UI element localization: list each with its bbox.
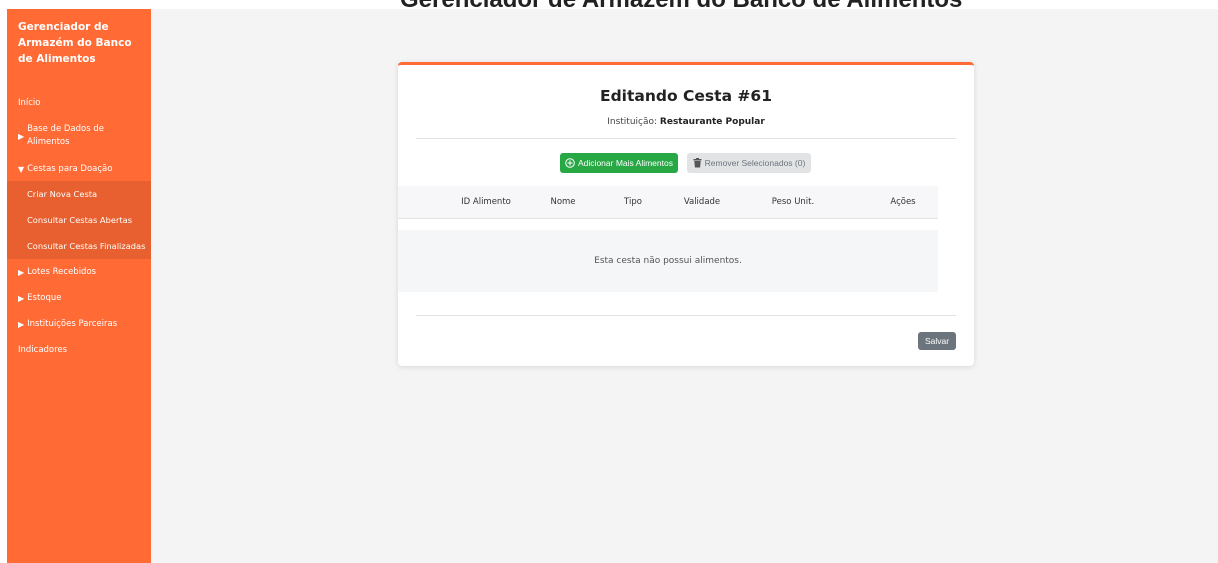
- chevron-down-icon: ▼: [18, 164, 25, 174]
- sidebar-subitem-label: Criar Nova Cesta: [27, 189, 98, 199]
- column-header[interactable]: Peso Unit.: [772, 186, 814, 219]
- page-title: Editando Cesta #61: [600, 87, 772, 105]
- remove-selected-label: Remover Selecionados (0): [704, 158, 806, 168]
- institution-info: Instituição: Restaurante Popular: [398, 117, 974, 127]
- sidebar-item-indicadores[interactable]: Indicadores: [7, 337, 151, 363]
- column-header[interactable]: Ações: [890, 186, 915, 219]
- sidebar-subitem-label: Consultar Cestas Abertas: [27, 215, 133, 225]
- sidebar-item-estoque[interactable]: ▶ Estoque: [7, 285, 151, 311]
- plus-circle-icon: [565, 158, 575, 168]
- divider: [416, 315, 956, 316]
- divider: [416, 138, 956, 139]
- chevron-right-icon: ▶: [18, 293, 25, 303]
- sidebar-item-label: Lotes Recebidos: [27, 266, 97, 277]
- column-header[interactable]: Nome: [550, 186, 575, 219]
- institution-label: Instituição:: [607, 117, 658, 127]
- chevron-right-icon: ▶: [18, 319, 25, 329]
- trash-icon: [693, 158, 702, 168]
- table-header: ID Alimento Nome Tipo Validade Peso Unit…: [398, 186, 938, 219]
- column-header[interactable]: Tipo: [624, 186, 642, 219]
- sidebar-item-label: Início: [18, 97, 41, 108]
- sidebar-subitem-criar-cesta[interactable]: Criar Nova Cesta: [7, 181, 151, 207]
- sidebar-item-label: Cestas para Doação: [27, 163, 113, 174]
- column-header[interactable]: ID Alimento: [461, 186, 511, 219]
- sidebar-item-base-dados[interactable]: ▶ Base de Dados de Alimentos: [7, 115, 151, 157]
- sidebar-subitem-cestas-abertas[interactable]: Consultar Cestas Abertas: [7, 207, 151, 233]
- page-header-clipped: Gerenciador de Armazém do Banco de Alime…: [0, 0, 1218, 9]
- empty-message-text: Esta cesta não possui alimentos.: [594, 256, 742, 266]
- main-content: Editando Cesta #61 Instituição: Restaura…: [151, 9, 1218, 563]
- chevron-right-icon: ▶: [18, 267, 25, 277]
- sidebar-item-label: Base de Dados de Alimentos: [27, 124, 104, 147]
- sidebar-item-label: Estoque: [27, 292, 62, 303]
- sidebar-item-instituicoes[interactable]: ▶ Instituições Parceiras: [7, 311, 151, 337]
- save-button[interactable]: Salvar: [918, 332, 956, 350]
- save-label: Salvar: [924, 336, 950, 346]
- sidebar-item-label: Indicadores: [18, 344, 68, 355]
- sidebar: Gerenciador de Armazém do Banco de Alime…: [7, 9, 151, 563]
- sidebar-item-lotes[interactable]: ▶ Lotes Recebidos: [7, 259, 151, 285]
- column-header[interactable]: Validade: [684, 186, 720, 219]
- sidebar-item-label: Instituições Parceiras: [27, 318, 118, 329]
- institution-name: Restaurante Popular: [659, 117, 765, 127]
- sidebar-subitem-cestas-finalizadas[interactable]: Consultar Cestas Finalizadas: [7, 233, 151, 259]
- sidebar-item-inicio[interactable]: Início: [7, 91, 151, 115]
- edit-basket-card: Editando Cesta #61 Instituição: Restaura…: [398, 62, 974, 366]
- add-food-label: Adicionar Mais Alimentos: [578, 158, 673, 168]
- app-brand: Gerenciador de Armazém do Banco de Alime…: [18, 21, 132, 65]
- chevron-right-icon: ▶: [18, 131, 25, 141]
- empty-table-message: Esta cesta não possui alimentos.: [398, 230, 938, 292]
- add-food-button[interactable]: Adicionar Mais Alimentos: [560, 153, 678, 173]
- sidebar-subitem-label: Consultar Cestas Finalizadas: [27, 241, 146, 251]
- sidebar-item-cestas[interactable]: ▼ Cestas para Doação: [7, 157, 151, 181]
- remove-selected-button[interactable]: Remover Selecionados (0): [687, 153, 811, 173]
- page-header-text: Gerenciador de Armazém do Banco de Alime…: [400, 0, 962, 9]
